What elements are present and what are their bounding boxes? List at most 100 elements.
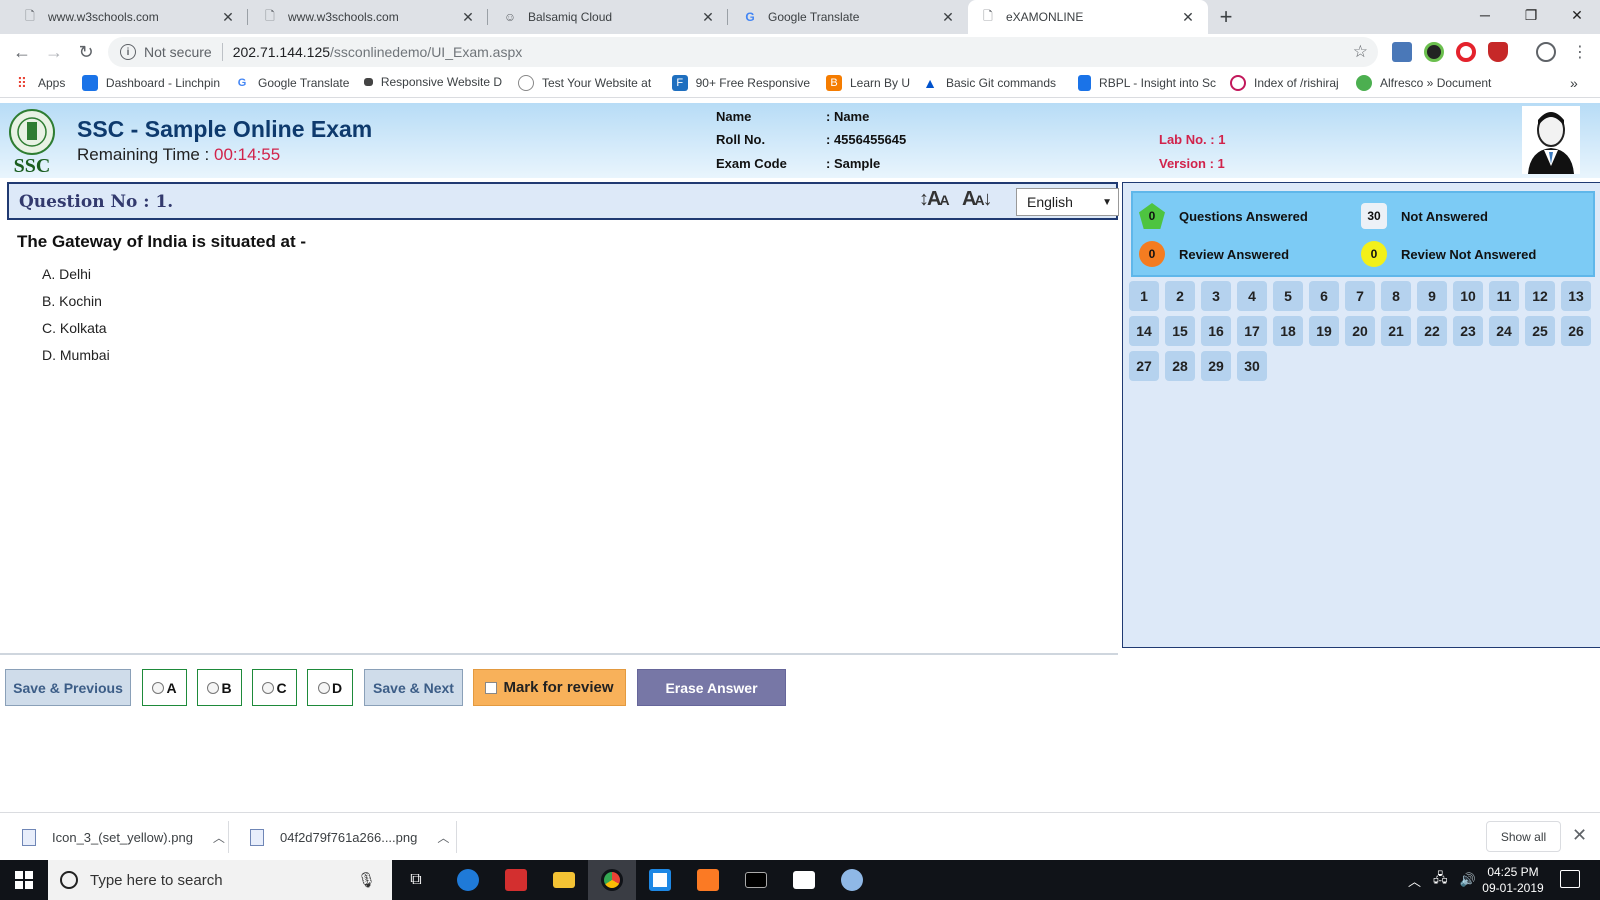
increase-font-icon[interactable]: ↕AA [919, 188, 950, 211]
question-number-button[interactable]: 30 [1237, 351, 1267, 381]
task-view-icon[interactable]: ⧉ [392, 860, 440, 900]
tab-balsamiq[interactable]: ☺ Balsamiq Cloud ✕ [490, 0, 728, 34]
bookmark-responsive-website[interactable]: Responsive Website D [364, 75, 502, 89]
question-number-button[interactable]: 3 [1201, 281, 1231, 311]
question-number-button[interactable]: 21 [1381, 316, 1411, 346]
microphone-icon[interactable]: 🎙 [357, 871, 376, 889]
answer-d-button[interactable]: D [307, 669, 353, 706]
reload-button[interactable]: ↻ [74, 40, 98, 64]
save-next-button[interactable]: Save & Next [364, 669, 463, 706]
outlook-taskbar-icon[interactable] [444, 860, 492, 900]
question-number-button[interactable]: 8 [1381, 281, 1411, 311]
forward-button[interactable]: → [42, 40, 66, 64]
bookmark-google-translate[interactable]: G Google Translate [234, 75, 350, 91]
calendar-taskbar-icon[interactable] [492, 860, 540, 900]
chevron-up-icon[interactable]: ︿ [213, 829, 225, 846]
question-number-button[interactable]: 28 [1165, 351, 1195, 381]
shield-icon[interactable] [1488, 42, 1508, 62]
close-icon[interactable]: ✕ [1572, 825, 1587, 846]
volume-icon[interactable]: 🔊 [1460, 872, 1476, 888]
download-item[interactable]: 04f2d79f761a266....png ︿ [250, 813, 449, 861]
bookmark-rbpl[interactable]: RBPL - Insight into Sc [1078, 75, 1216, 91]
question-number-button[interactable]: 1 [1129, 281, 1159, 311]
taskbar-search-input[interactable]: Type here to search 🎙 [48, 860, 392, 900]
tab-examonline[interactable]: 🗋 eXAMONLINE ✕ [968, 0, 1208, 34]
back-button[interactable]: ← [10, 40, 34, 64]
answer-b-button[interactable]: B [197, 669, 242, 706]
new-tab-button[interactable]: + [1213, 4, 1239, 30]
bookmark-index-rishiraj[interactable]: Index of /rishiraj [1230, 75, 1339, 91]
erase-answer-button[interactable]: Erase Answer [637, 669, 786, 706]
question-number-button[interactable]: 14 [1129, 316, 1159, 346]
question-number-button[interactable]: 25 [1525, 316, 1555, 346]
close-tab-icon[interactable]: ✕ [940, 9, 956, 26]
tab-w3schools-1[interactable]: 🗋 www.w3schools.com ✕ [10, 0, 248, 34]
system-clock[interactable]: 04:25 PM 09-01-2019 [1478, 864, 1548, 896]
question-number-button[interactable]: 17 [1237, 316, 1267, 346]
tab-w3schools-2[interactable]: 🗋 www.w3schools.com ✕ [250, 0, 488, 34]
minimize-button[interactable]: ─ [1462, 0, 1508, 30]
extension-icon[interactable] [1392, 42, 1412, 62]
question-number-button[interactable]: 9 [1417, 281, 1447, 311]
restore-button[interactable]: ❐ [1508, 0, 1554, 30]
question-number-button[interactable]: 27 [1129, 351, 1159, 381]
mark-for-review-button[interactable]: Mark for review [473, 669, 626, 706]
answer-a-button[interactable]: A [142, 669, 187, 706]
close-tab-icon[interactable]: ✕ [460, 9, 476, 26]
question-number-button[interactable]: 4 [1237, 281, 1267, 311]
question-number-button[interactable]: 20 [1345, 316, 1375, 346]
photos-taskbar-icon[interactable] [780, 860, 828, 900]
file-explorer-icon[interactable] [540, 860, 588, 900]
tab-google-translate[interactable]: G Google Translate ✕ [730, 0, 968, 34]
bookmark-dashboard[interactable]: Dashboard - Linchpin [82, 75, 220, 91]
question-number-button[interactable]: 2 [1165, 281, 1195, 311]
network-icon[interactable]: 🖧 [1433, 869, 1448, 891]
decrease-font-icon[interactable]: AA↓ [962, 188, 993, 211]
notification-icon[interactable] [1560, 870, 1580, 888]
show-all-button[interactable]: Show all [1486, 821, 1561, 852]
question-number-button[interactable]: 5 [1273, 281, 1303, 311]
close-tab-icon[interactable]: ✕ [700, 9, 716, 26]
question-number-button[interactable]: 18 [1273, 316, 1303, 346]
address-bar[interactable]: i Not secure 202.71.144.125 /ssconlinede… [108, 37, 1378, 67]
question-number-button[interactable]: 24 [1489, 316, 1519, 346]
close-tab-icon[interactable]: ✕ [1180, 9, 1196, 26]
bookmark-learn-by-u[interactable]: B Learn By U [826, 75, 910, 91]
account-icon[interactable] [1536, 42, 1556, 62]
question-number-button[interactable]: 10 [1453, 281, 1483, 311]
vs-code-taskbar-icon[interactable] [636, 860, 684, 900]
more-bookmarks-icon[interactable]: » [1570, 75, 1578, 91]
bookmark-test-website[interactable]: Test Your Website at [518, 75, 656, 91]
xampp-taskbar-icon[interactable] [684, 860, 732, 900]
question-number-button[interactable]: 6 [1309, 281, 1339, 311]
language-select[interactable]: English ▼ [1016, 188, 1119, 216]
chevron-up-icon[interactable]: ︿ [437, 829, 449, 846]
question-number-button[interactable]: 16 [1201, 316, 1231, 346]
extension-icon[interactable] [1424, 42, 1444, 62]
terminal-taskbar-icon[interactable] [732, 860, 780, 900]
question-number-button[interactable]: 19 [1309, 316, 1339, 346]
question-number-button[interactable]: 29 [1201, 351, 1231, 381]
question-number-button[interactable]: 13 [1561, 281, 1591, 311]
chrome-taskbar-icon[interactable] [588, 860, 636, 900]
bookmark-git-commands[interactable]: ▲ Basic Git commands [922, 75, 1056, 91]
question-number-button[interactable]: 11 [1489, 281, 1519, 311]
bookmark-apps[interactable]: ⠿ Apps [14, 75, 66, 91]
menu-icon[interactable]: ⋮ [1568, 40, 1592, 64]
close-window-button[interactable]: ✕ [1554, 0, 1600, 30]
question-number-button[interactable]: 7 [1345, 281, 1375, 311]
opera-icon[interactable] [1456, 42, 1476, 62]
close-tab-icon[interactable]: ✕ [220, 9, 236, 26]
question-number-button[interactable]: 22 [1417, 316, 1447, 346]
save-previous-button[interactable]: Save & Previous [5, 669, 131, 706]
question-number-button[interactable]: 12 [1525, 281, 1555, 311]
question-number-button[interactable]: 15 [1165, 316, 1195, 346]
answer-c-button[interactable]: C [252, 669, 297, 706]
question-number-button[interactable]: 26 [1561, 316, 1591, 346]
info-icon[interactable]: i [120, 44, 136, 60]
download-item[interactable]: Icon_3_(set_yellow).png ︿ [22, 813, 225, 861]
bookmark-star-icon[interactable]: ☆ [1353, 42, 1368, 62]
question-number-button[interactable]: 23 [1453, 316, 1483, 346]
bookmark-alfresco[interactable]: Alfresco » Document [1356, 75, 1491, 91]
paint-taskbar-icon[interactable] [828, 860, 876, 900]
